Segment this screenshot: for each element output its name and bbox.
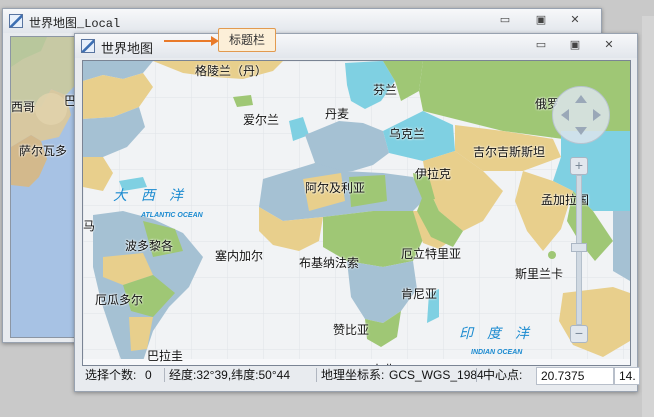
ocean-label-indian-en: INDIAN OCEAN [471, 349, 523, 356]
map-label-algeria: 阿尔及利亚 [305, 181, 366, 195]
map-view[interactable]: 大西洋 ATLANTIC OCEAN 印度洋 INDIAN OCEAN 格陵兰（… [82, 60, 631, 366]
map-label-ireland: 爱尔兰 [243, 113, 280, 127]
zoom-in-button[interactable]: + [570, 157, 588, 175]
ocean-label-atlantic-en: ATLANTIC OCEAN [141, 212, 203, 219]
status-bar: 选择个数: 0 经度:32°39,纬度:50°44 地理坐标系: GCS_WGS… [82, 367, 640, 385]
pan-control[interactable] [552, 86, 610, 144]
map-label-senegal: 塞内加尔 [215, 249, 264, 263]
status-separator [164, 368, 165, 382]
map-label-ecuador: 厄瓜多尔 [95, 293, 144, 307]
minus-icon: − [574, 325, 584, 341]
minimize-icon[interactable]: ▭ [499, 14, 511, 26]
close-icon[interactable]: ✕ [603, 39, 615, 51]
front-window-title: 世界地图 [101, 41, 154, 56]
pan-arrows-icon [561, 95, 601, 135]
zoom-slider-thumb[interactable] [571, 243, 587, 252]
map-label-kenya: 肯尼亚 [401, 287, 438, 301]
restore-icon[interactable]: ▣ [535, 14, 547, 26]
map-label-el-salvador: 萨尔瓦多 [19, 144, 68, 158]
map-label-puerto-rico: 波多黎各 [125, 239, 174, 253]
map-label-burkina-faso: 布基纳法索 [299, 256, 360, 270]
close-icon[interactable]: ✕ [569, 14, 581, 26]
center-y-field[interactable]: 14. [614, 367, 640, 385]
front-map-window[interactable]: 世界地图 ▭ ▣ ✕ 大西洋 ATLANTIC OCEAN 印度洋 INDIAN… [74, 33, 640, 392]
crs-value: GCS_WGS_1984 [389, 368, 484, 382]
cursor-coordinates: 经度:32°39,纬度:50°44 [169, 368, 290, 382]
minimize-icon[interactable]: ▭ [535, 39, 547, 51]
map-label-ukraine: 乌克兰 [389, 127, 426, 141]
map-label-paraguay: 巴拉圭 [147, 349, 184, 363]
title-bar-callout: 标题栏 [218, 28, 276, 52]
back-map-view[interactable]: 西哥 巴 萨尔瓦多 [10, 36, 84, 338]
back-window-title: 世界地图_Local [29, 17, 121, 31]
zoom-out-button[interactable]: − [570, 325, 588, 343]
map-label-sri-lanka: 斯里兰卡 [515, 267, 564, 281]
map-window-icon [9, 14, 23, 28]
plus-icon: + [574, 157, 584, 173]
map-label-kyrgyzstan: 吉尔吉斯斯坦 [473, 145, 546, 159]
background-strip [642, 16, 654, 417]
callout-arrow [164, 40, 214, 42]
map-window-icon [81, 39, 95, 53]
map-label-finland: 芬兰 [373, 83, 398, 97]
ocean-label-indian-cn: 印度洋 [459, 325, 543, 341]
status-separator [476, 368, 477, 382]
map-label-ma: 马 [83, 219, 96, 233]
map-label-eritrea: 厄立特里亚 [401, 247, 462, 261]
status-separator [316, 368, 317, 382]
back-window-titlebar[interactable]: 世界地图_Local ▭ ▣ ✕ [3, 9, 601, 33]
center-point-label: 中心点: [483, 368, 523, 382]
map-label-mexico: 西哥 [11, 100, 36, 114]
map-label-south-africa: 南非 [371, 361, 395, 365]
map-label-iraq: 伊拉克 [415, 167, 452, 181]
back-map-terrain [11, 37, 83, 337]
ocean-label-atlantic-cn: 大西洋 [113, 187, 197, 203]
selection-count-value: 0 [145, 368, 152, 382]
restore-icon[interactable]: ▣ [569, 39, 581, 51]
selection-count-label: 选择个数: [85, 368, 137, 382]
map-label-greenland: 格陵兰（丹） [195, 64, 268, 78]
map-label-denmark: 丹麦 [325, 107, 350, 121]
crs-label: 地理坐标系: [321, 368, 385, 382]
front-window-titlebar[interactable]: 世界地图 ▭ ▣ ✕ [75, 34, 637, 58]
center-x-field[interactable]: 20.7375 [536, 367, 614, 385]
map-label-zambia: 赞比亚 [333, 323, 370, 337]
